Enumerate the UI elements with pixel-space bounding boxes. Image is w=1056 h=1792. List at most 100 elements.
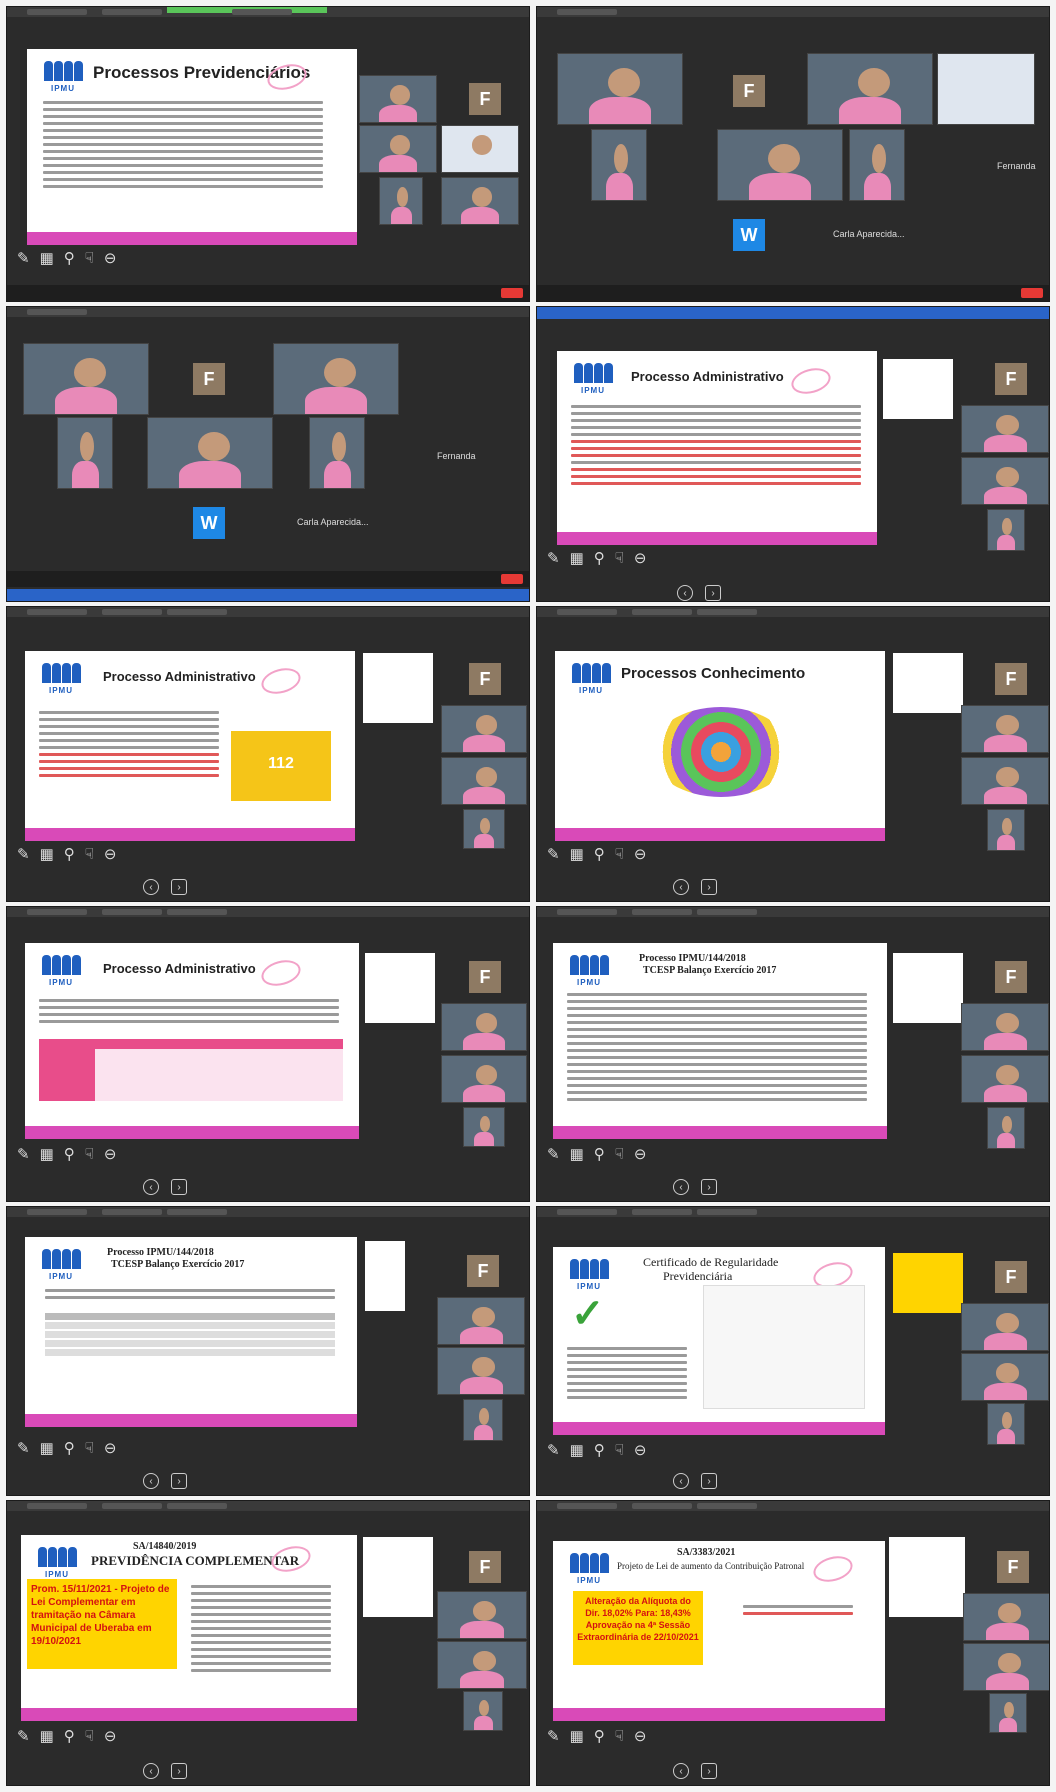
annotation-toolbar[interactable]: ✎ ▦ ⚲ ☟ ⊖	[17, 249, 116, 267]
annotation-toolbar[interactable]: ✎ ▦ ⚲ ☟ ⊖	[17, 1727, 116, 1745]
end-meeting-button[interactable]	[501, 288, 523, 298]
annotation-toolbar[interactable]: ✎ ▦ ⚲ ☟ ⊖	[17, 1145, 116, 1163]
participant-avatar-f[interactable]: F	[193, 363, 225, 395]
slide-pager[interactable]: ‹ ›	[673, 879, 717, 895]
participant-video[interactable]	[961, 757, 1049, 805]
annotation-toolbar[interactable]: ✎ ▦ ⚲ ☟ ⊖	[547, 845, 646, 863]
annotation-toolbar[interactable]: ✎ ▦ ⚲ ☟ ⊖	[547, 549, 646, 567]
participant-video[interactable]	[441, 1003, 527, 1051]
participant-video[interactable]	[987, 1107, 1025, 1149]
annotation-toolbar[interactable]: ✎ ▦ ⚲ ☟ ⊖	[17, 1439, 116, 1457]
slide-thumbnail[interactable]	[893, 653, 963, 713]
participant-video[interactable]	[147, 417, 273, 489]
participant-avatar-f[interactable]: F	[997, 1551, 1029, 1583]
participant-avatar-w[interactable]: W	[193, 507, 225, 539]
end-meeting-button[interactable]	[501, 574, 523, 584]
participant-video[interactable]	[463, 1107, 505, 1147]
participant-video[interactable]	[437, 1591, 527, 1639]
participant-video[interactable]	[463, 809, 505, 849]
slide-pager[interactable]: ‹ ›	[143, 879, 187, 895]
meeting-controls-bar[interactable]	[7, 285, 529, 301]
participant-avatar-f[interactable]: F	[469, 1551, 501, 1583]
participant-video[interactable]	[379, 177, 423, 225]
slide-thumbnail[interactable]	[365, 953, 435, 1023]
participant-video[interactable]	[717, 129, 843, 201]
participant-video[interactable]	[23, 343, 149, 415]
participant-video[interactable]	[273, 343, 399, 415]
participant-avatar-f[interactable]: F	[995, 961, 1027, 993]
slide-thumbnail[interactable]	[363, 653, 433, 723]
participant-video[interactable]	[989, 1693, 1027, 1733]
participant-video[interactable]	[309, 417, 365, 489]
participant-video[interactable]	[961, 1303, 1049, 1351]
participant-video[interactable]	[937, 53, 1035, 125]
participant-video[interactable]	[807, 53, 933, 125]
slide-thumbnail[interactable]	[893, 1253, 963, 1313]
participant-avatar-f[interactable]: F	[733, 75, 765, 107]
participant-video[interactable]	[963, 1593, 1049, 1641]
select-icon[interactable]: ▦	[40, 249, 54, 267]
participant-video[interactable]	[57, 417, 113, 489]
windows-taskbar[interactable]	[537, 307, 1049, 319]
participant-video[interactable]	[849, 129, 905, 201]
pink-ribbon-icon	[788, 364, 834, 398]
slide-pager[interactable]: ‹ ›	[673, 1763, 717, 1779]
slide-pager[interactable]: ‹ ›	[143, 1473, 187, 1489]
pen-icon[interactable]: ✎	[17, 249, 30, 267]
participant-video[interactable]	[557, 53, 683, 125]
slide-pager[interactable]: ‹ ›	[143, 1763, 187, 1779]
slide-thumbnail[interactable]	[893, 953, 963, 1023]
slide-pager[interactable]: ‹ ›	[143, 1179, 187, 1195]
slide-thumbnail[interactable]	[883, 359, 953, 419]
participant-avatar-f[interactable]: F	[469, 83, 501, 115]
participant-avatar-f[interactable]: F	[467, 1255, 499, 1287]
participant-video[interactable]	[359, 125, 437, 173]
participant-video[interactable]	[437, 1347, 525, 1395]
annotation-toolbar[interactable]: ✎ ▦ ⚲ ☟ ⊖	[17, 845, 116, 863]
slide-thumbnail[interactable]	[365, 1241, 405, 1311]
participant-video[interactable]	[441, 125, 519, 173]
annotation-toolbar[interactable]: ✎ ▦ ⚲ ☟ ⊖	[547, 1145, 646, 1163]
pointer-icon[interactable]: ☟	[85, 249, 94, 267]
participant-video[interactable]	[987, 1403, 1025, 1445]
participant-video[interactable]	[961, 457, 1049, 505]
participant-video[interactable]	[961, 405, 1049, 453]
participant-avatar-f[interactable]: F	[995, 663, 1027, 695]
meeting-controls-bar[interactable]	[537, 285, 1049, 301]
participant-video[interactable]	[963, 1643, 1049, 1691]
end-meeting-button[interactable]	[1021, 288, 1043, 298]
participant-video[interactable]	[437, 1641, 527, 1689]
slide-pager[interactable]: ‹ ›	[673, 1473, 717, 1489]
participant-video[interactable]	[961, 1003, 1049, 1051]
participant-avatar-f[interactable]: F	[469, 663, 501, 695]
participant-avatar-f[interactable]: F	[995, 1261, 1027, 1293]
participant-video[interactable]	[961, 705, 1049, 753]
participant-avatar-w[interactable]: W	[733, 219, 765, 251]
participant-video[interactable]	[437, 1297, 525, 1345]
participant-video[interactable]	[463, 1399, 503, 1441]
participant-video[interactable]	[961, 1055, 1049, 1103]
slide-footer-bar	[25, 1126, 359, 1139]
participant-video[interactable]	[441, 705, 527, 753]
windows-taskbar[interactable]	[7, 589, 529, 601]
participant-video[interactable]	[441, 177, 519, 225]
slide-pager[interactable]: ‹ ›	[673, 1179, 717, 1195]
participant-video[interactable]	[591, 129, 647, 201]
meeting-controls-bar[interactable]	[7, 571, 529, 587]
slide-pager[interactable]: ‹ ›	[677, 585, 721, 601]
more-icon[interactable]: ⊖	[104, 249, 117, 267]
participant-avatar-f[interactable]: F	[995, 363, 1027, 395]
participant-video[interactable]	[441, 757, 527, 805]
participant-video[interactable]	[987, 809, 1025, 851]
participant-video[interactable]	[463, 1691, 503, 1731]
participant-video[interactable]	[987, 509, 1025, 551]
participant-video[interactable]	[961, 1353, 1049, 1401]
annotation-toolbar[interactable]: ✎ ▦ ⚲ ☟ ⊖	[547, 1727, 646, 1745]
participant-avatar-f[interactable]: F	[469, 961, 501, 993]
slide-thumbnail[interactable]	[363, 1537, 433, 1617]
zoom-icon[interactable]: ⚲	[64, 249, 75, 267]
slide-thumbnail[interactable]	[889, 1537, 965, 1617]
participant-video[interactable]	[441, 1055, 527, 1103]
annotation-toolbar[interactable]: ✎ ▦ ⚲ ☟ ⊖	[547, 1441, 646, 1459]
participant-video[interactable]	[359, 75, 437, 123]
